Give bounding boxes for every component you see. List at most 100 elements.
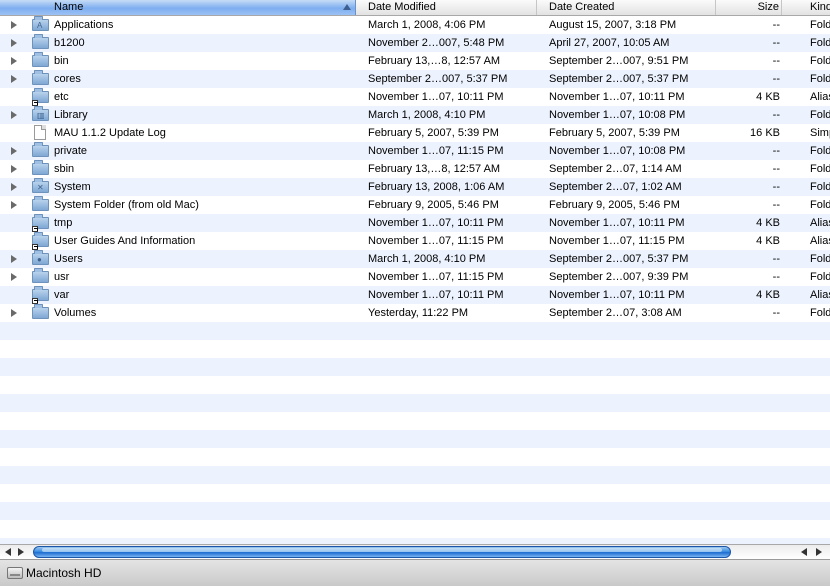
folder-shape [32, 196, 49, 211]
disclosure-triangle-icon[interactable] [11, 21, 17, 29]
date-modified: March 1, 2008, 4:10 PM [368, 109, 486, 121]
file-kind: Folder [810, 199, 830, 211]
file-kind: Folder [810, 271, 830, 283]
applications-folder-icon: A [32, 16, 50, 34]
date-modified: November 1…07, 10:11 PM [368, 91, 504, 103]
disclosure-cell [9, 124, 21, 142]
file-size: -- [772, 163, 780, 175]
table-row[interactable]: bin February 13,…8, 12:57 AM September 2…0… [0, 52, 830, 70]
column-header-kind[interactable]: Kind [782, 0, 830, 15]
file-kind: Folder [810, 37, 830, 49]
disclosure-cell[interactable] [9, 268, 21, 286]
sort-ascending-icon [343, 4, 351, 10]
disclosure-cell[interactable] [9, 34, 21, 52]
disclosure-cell[interactable] [9, 178, 21, 196]
file-size: -- [772, 109, 780, 121]
table-row[interactable]: MAU 1.1.2 Update Log February 5, 2007, 5:… [0, 124, 830, 142]
date-modified: February 13,…8, 12:57 AM [368, 55, 501, 67]
table-row[interactable]: cores September 2…007, 5:37 PM September 2… [0, 70, 830, 88]
disclosure-cell[interactable] [9, 52, 21, 70]
horizontal-scrollbar[interactable] [0, 544, 830, 559]
file-size: -- [772, 55, 780, 67]
folder-shape [32, 160, 49, 175]
file-size: -- [772, 199, 780, 211]
folder-shape [32, 142, 49, 157]
file-kind: Folder [810, 253, 830, 265]
disclosure-triangle-icon[interactable] [11, 255, 17, 263]
column-header-date-modified-label: Date Modified [368, 1, 436, 13]
column-header-date-created[interactable]: Date Created [537, 0, 716, 15]
hard-drive-icon[interactable] [7, 567, 23, 579]
table-row[interactable]: sbin February 13,…8, 12:57 AM September 2…… [0, 160, 830, 178]
disclosure-cell[interactable] [9, 250, 21, 268]
alias-folder-icon [32, 214, 50, 232]
disclosure-cell[interactable] [9, 196, 21, 214]
alias-folder-icon [32, 232, 50, 250]
disclosure-triangle-icon[interactable] [11, 273, 17, 281]
date-modified: September 2…007, 5:37 PM [368, 73, 508, 85]
folder-shape: ✕ [32, 178, 49, 193]
disclosure-triangle-icon[interactable] [11, 75, 17, 83]
scroll-left-button-right[interactable] [797, 545, 811, 559]
date-created: September 2…007, 9:39 PM [549, 271, 689, 283]
folder-icon [32, 304, 50, 322]
disclosure-cell[interactable] [9, 16, 21, 34]
file-list[interactable]: A Applications March 1, 2008, 4:06 PM Augus… [0, 16, 830, 544]
file-kind: Simple [810, 127, 830, 139]
file-kind: Folder [810, 109, 830, 121]
date-modified: March 1, 2008, 4:06 PM [368, 19, 486, 31]
table-row[interactable]: etc November 1…07, 10:11 PM November 1…07,… [0, 88, 830, 106]
disclosure-triangle-icon[interactable] [11, 39, 17, 47]
disclosure-triangle-icon[interactable] [11, 165, 17, 173]
disclosure-triangle-icon[interactable] [11, 309, 17, 317]
disclosure-cell[interactable] [9, 304, 21, 322]
table-row[interactable]: Volumes Yesterday, 11:22 PM September 2…07… [0, 304, 830, 322]
scroll-right-button[interactable] [812, 545, 826, 559]
column-header-date-modified[interactable]: Date Modified [356, 0, 537, 15]
table-row[interactable]: A Applications March 1, 2008, 4:06 PM Augus… [0, 16, 830, 34]
alias-folder-icon [32, 286, 50, 304]
file-name: Users [54, 253, 83, 265]
table-row[interactable]: usr November 1…07, 11:15 PM September 2…00… [0, 268, 830, 286]
disclosure-cell [9, 214, 21, 232]
column-header-name-label: Name [54, 1, 84, 13]
table-row[interactable]: tmp November 1…07, 10:11 PM November 1…07,… [0, 214, 830, 232]
scroll-right-button-left[interactable] [14, 545, 28, 559]
date-created: September 2…07, 1:14 AM [549, 163, 682, 175]
disclosure-triangle-icon[interactable] [11, 147, 17, 155]
path-label[interactable]: Macintosh HD [26, 565, 101, 581]
table-row[interactable]: b1200 November 2…007, 5:48 PM April 27, 20… [0, 34, 830, 52]
file-name: private [54, 145, 88, 157]
column-header-name[interactable]: Name [0, 0, 356, 15]
date-modified: February 5, 2007, 5:39 PM [368, 127, 499, 139]
file-kind: Alias [810, 91, 830, 103]
disclosure-triangle-icon[interactable] [11, 57, 17, 65]
disclosure-triangle-icon[interactable] [11, 111, 17, 119]
date-created: September 2…007, 5:37 PM [549, 253, 689, 265]
scroll-left-button[interactable] [1, 545, 15, 559]
table-row[interactable]: User Guides And Information November 1…07… [0, 232, 830, 250]
folder-icon [32, 34, 50, 52]
table-row[interactable]: ▥ Library March 1, 2008, 4:10 PM November 1… [0, 106, 830, 124]
date-created: November 1…07, 10:08 PM [549, 109, 686, 121]
table-row[interactable]: ● Users March 1, 2008, 4:10 PM September 2…… [0, 250, 830, 268]
folder-icon [32, 196, 50, 214]
column-header-size[interactable]: Size [716, 0, 782, 15]
table-row[interactable]: private November 1…07, 11:15 PM November 1… [0, 142, 830, 160]
table-row[interactable]: var November 1…07, 10:11 PM November 1…07,… [0, 286, 830, 304]
folder-shape [32, 52, 49, 67]
disclosure-cell[interactable] [9, 70, 21, 88]
disclosure-cell[interactable] [9, 142, 21, 160]
table-row[interactable]: ✕ System February 13, 2008, 1:06 AM Septemb… [0, 178, 830, 196]
folder-badge-glyph: ● [37, 255, 42, 264]
disclosure-triangle-icon[interactable] [11, 201, 17, 209]
system-folder-icon: ✕ [32, 178, 50, 196]
file-name: User Guides And Information [54, 235, 196, 247]
disclosure-cell[interactable] [9, 106, 21, 124]
file-size: -- [772, 145, 780, 157]
disclosure-triangle-icon[interactable] [11, 183, 17, 191]
scroll-thumb[interactable] [33, 546, 731, 558]
disclosure-cell[interactable] [9, 160, 21, 178]
table-row[interactable]: System Folder (from old Mac) February 9, … [0, 196, 830, 214]
date-modified: February 13, 2008, 1:06 AM [368, 181, 505, 193]
